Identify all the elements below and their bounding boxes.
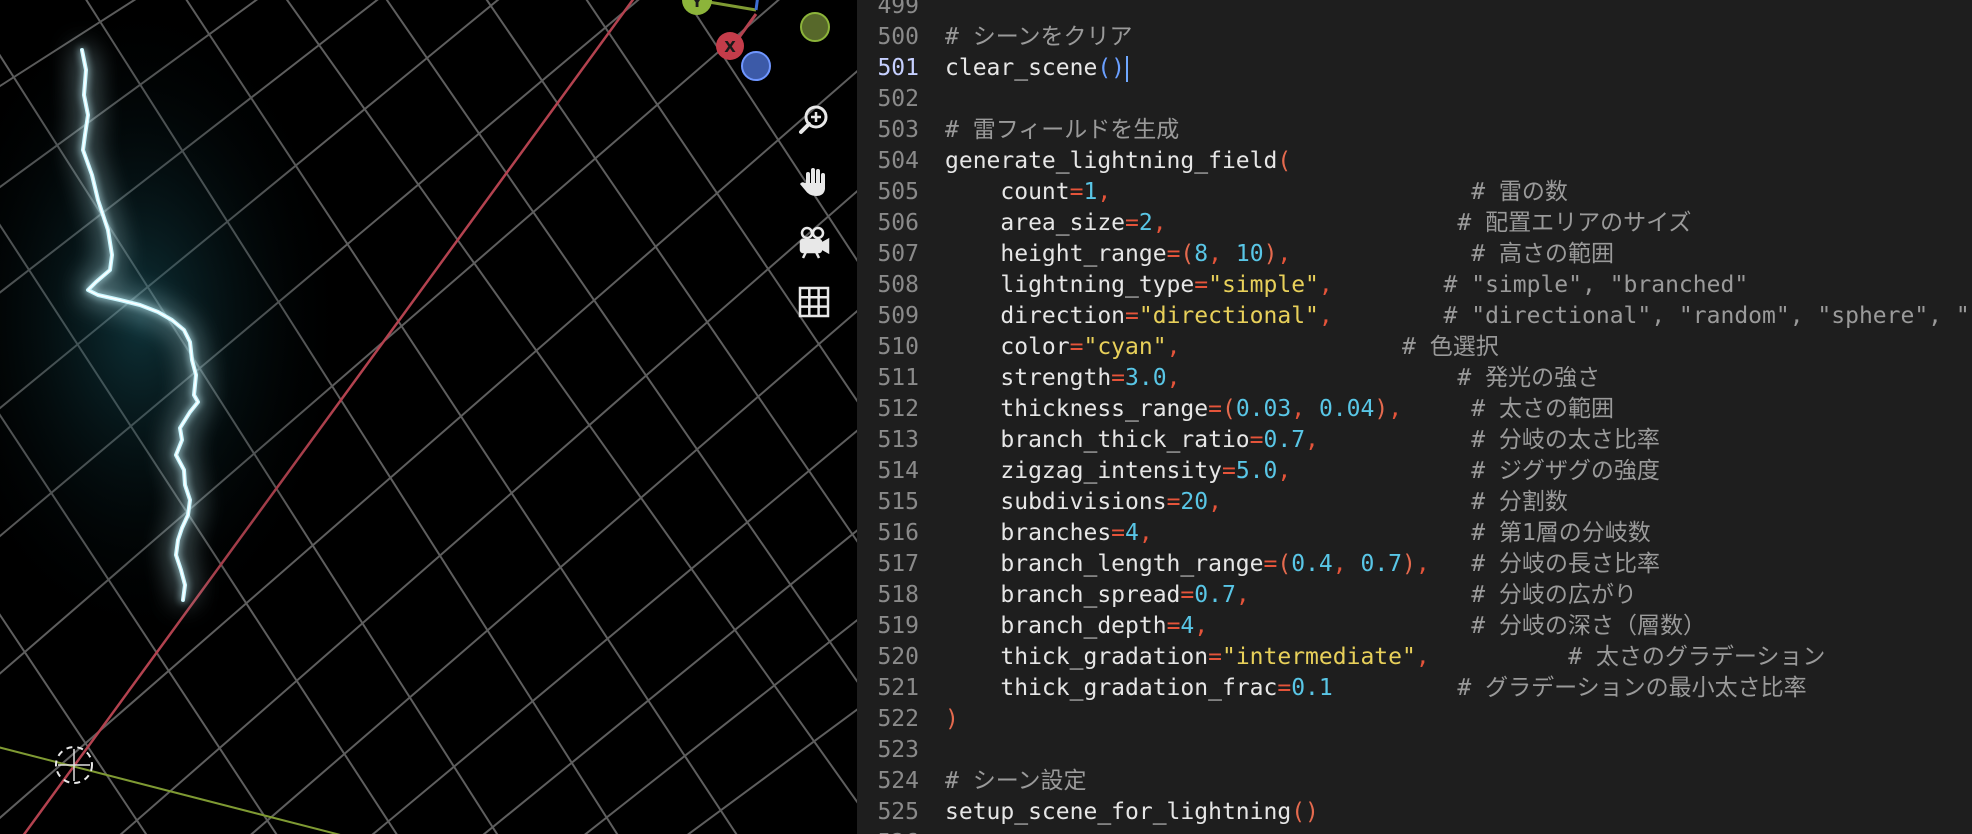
line-number: 522 <box>877 706 919 732</box>
code-text[interactable]: color="cyan", # 色選択 <box>945 332 1498 363</box>
code-line[interactable]: 512 thickness_range=(0.03, 0.04), # 太さの範… <box>857 394 1972 425</box>
code-line[interactable]: 504 generate_lightning_field( <box>857 146 1972 177</box>
code-line[interactable]: 520 thick_gradation="intermediate", # 太さ… <box>857 642 1972 673</box>
code-line[interactable]: 514 zigzag_intensity=5.0, # ジグザグの強度 <box>857 456 1972 487</box>
code-text[interactable]: zigzag_intensity=5.0, # ジグザグの強度 <box>945 456 1660 487</box>
code-text[interactable]: area_size=2, # 配置エリアのサイズ <box>945 208 1691 239</box>
code-text[interactable]: clear_scene() <box>945 53 1129 84</box>
line-number: 519 <box>877 613 919 639</box>
code-line[interactable]: 501 clear_scene() <box>857 53 1972 84</box>
line-number: 503 <box>877 117 919 143</box>
line-number: 511 <box>877 365 919 391</box>
text-editor[interactable]: 499 500 # シーンをクリア 501 clear_scene() 502 503 # 雷… <box>857 0 1972 834</box>
line-number: 502 <box>877 86 919 112</box>
code-text[interactable]: count=1, # 雷の数 <box>945 177 1568 208</box>
code-text[interactable]: subdivisions=20, # 分割数 <box>945 487 1568 518</box>
line-number: 515 <box>877 489 919 515</box>
code-line[interactable]: 526 <box>857 828 1972 834</box>
code-line[interactable]: 503 # 雷フィールドを生成 <box>857 115 1972 146</box>
line-number: 518 <box>877 582 919 608</box>
code-line[interactable]: 523 <box>857 735 1972 766</box>
code-text[interactable]: thick_gradation="intermediate", # 太さのグラデ… <box>945 642 1825 673</box>
code-text[interactable]: branch_spread=0.7, # 分岐の広がり <box>945 580 1637 611</box>
code-line[interactable]: 510 color="cyan", # 色選択 <box>857 332 1972 363</box>
line-number: 510 <box>877 334 919 360</box>
text-cursor <box>1126 55 1129 82</box>
code-line[interactable]: 522) <box>857 704 1972 735</box>
hand-pan-icon <box>800 168 825 196</box>
line-number: 514 <box>877 458 919 484</box>
line-number: 517 <box>877 551 919 577</box>
code-line[interactable]: 500 # シーンをクリア <box>857 22 1972 53</box>
code-line[interactable]: 519 branch_depth=4, # 分岐の深さ（層数） <box>857 611 1972 642</box>
axis-gizmo[interactable]: Y X <box>682 0 830 81</box>
code-text[interactable]: lightning_type="simple", # "simple", "br… <box>945 270 1748 301</box>
line-number: 520 <box>877 644 919 670</box>
code-text[interactable]: # シーンをクリア <box>945 22 1133 53</box>
world-origin-marker <box>55 746 93 784</box>
code-line[interactable]: 508 lightning_type="simple", # "simple",… <box>857 270 1972 301</box>
code-text[interactable]: ) <box>945 704 959 735</box>
gizmo-neg-y-handle <box>800 12 830 42</box>
code-line[interactable]: 515 subdivisions=20, # 分割数 <box>857 487 1972 518</box>
y-axis-line <box>0 746 341 834</box>
code-line[interactable]: 524 # シーン設定 <box>857 766 1972 797</box>
code-line[interactable]: 518 branch_spread=0.7, # 分岐の広がり <box>857 580 1972 611</box>
line-number: 509 <box>877 303 919 329</box>
line-number: 516 <box>877 520 919 546</box>
line-number: 523 <box>877 737 919 763</box>
scene-canvas[interactable]: Y X <box>0 0 857 834</box>
line-number: 501 <box>877 55 919 81</box>
code-line[interactable]: 521 thick_gradation_frac=0.1 # グラデーションの最… <box>857 673 1972 704</box>
code-line[interactable]: 517 branch_length_range=(0.4, 0.7), # 分岐… <box>857 549 1972 580</box>
code-line[interactable]: 505 count=1, # 雷の数 <box>857 177 1972 208</box>
line-number: 525 <box>877 799 919 825</box>
line-number: 505 <box>877 179 919 205</box>
code-text[interactable]: height_range=(8, 10), # 高さの範囲 <box>945 239 1614 270</box>
line-number: 500 <box>877 24 919 50</box>
code-line[interactable]: 511 strength=3.0, # 発光の強さ <box>857 363 1972 394</box>
line-number: 508 <box>877 272 919 298</box>
camera-view-button[interactable] <box>792 220 836 264</box>
code-text[interactable]: # 雷フィールドを生成 <box>945 115 1179 146</box>
code-line[interactable]: 509 direction="directional", # "directio… <box>857 301 1972 332</box>
line-number: 526 <box>857 828 919 834</box>
code-text[interactable]: setup_scene_for_lightning() <box>945 797 1319 828</box>
code-text[interactable]: branch_thick_ratio=0.7, # 分岐の太さ比率 <box>945 425 1660 456</box>
code-text[interactable]: thick_gradation_frac=0.1 # グラデーションの最小太さ比… <box>945 673 1806 704</box>
line-number: 499 <box>877 0 919 19</box>
line-number: 512 <box>877 396 919 422</box>
code-text[interactable]: direction="directional", # "directional"… <box>945 301 1969 332</box>
line-number: 506 <box>877 210 919 236</box>
line-number: 504 <box>877 148 919 174</box>
zoom-button[interactable] <box>792 98 836 142</box>
code-text[interactable]: # シーン設定 <box>945 766 1087 797</box>
3d-viewport[interactable]: Y X <box>0 0 857 834</box>
code-text[interactable]: generate_lightning_field( <box>945 146 1291 177</box>
grid-icon <box>798 286 830 318</box>
line-number: 521 <box>877 675 919 701</box>
code-line[interactable]: 499 <box>857 0 1972 22</box>
code-text[interactable]: thickness_range=(0.03, 0.04), # 太さの範囲 <box>945 394 1614 425</box>
code-line[interactable]: 507 height_range=(8, 10), # 高さの範囲 <box>857 239 1972 270</box>
line-number: 507 <box>877 241 919 267</box>
code-line[interactable]: 506 area_size=2, # 配置エリアのサイズ <box>857 208 1972 239</box>
code-text[interactable]: branch_length_range=(0.4, 0.7), # 分岐の長さ比… <box>945 549 1660 580</box>
line-number: 513 <box>877 427 919 453</box>
code-line[interactable]: 516 branches=4, # 第1層の分岐数 <box>857 518 1972 549</box>
gizmo-x-label: X <box>724 38 736 56</box>
code-text[interactable]: strength=3.0, # 発光の強さ <box>945 363 1600 394</box>
zoom-icon <box>799 105 828 134</box>
code-line[interactable]: 513 branch_thick_ratio=0.7, # 分岐の太さ比率 <box>857 425 1972 456</box>
code-line[interactable]: 502 <box>857 84 1972 115</box>
camera-icon <box>799 226 830 259</box>
code-line[interactable]: 525 setup_scene_for_lightning() <box>857 797 1972 828</box>
code-text[interactable]: branch_depth=4, # 分岐の深さ（層数） <box>945 611 1706 642</box>
grid-view-button[interactable] <box>792 280 836 324</box>
pan-button[interactable] <box>792 160 836 204</box>
code-text[interactable]: branches=4, # 第1層の分岐数 <box>945 518 1650 549</box>
gizmo-neg-z-handle <box>741 51 771 81</box>
gizmo-y-label: Y <box>691 0 704 11</box>
line-number: 524 <box>877 768 919 794</box>
